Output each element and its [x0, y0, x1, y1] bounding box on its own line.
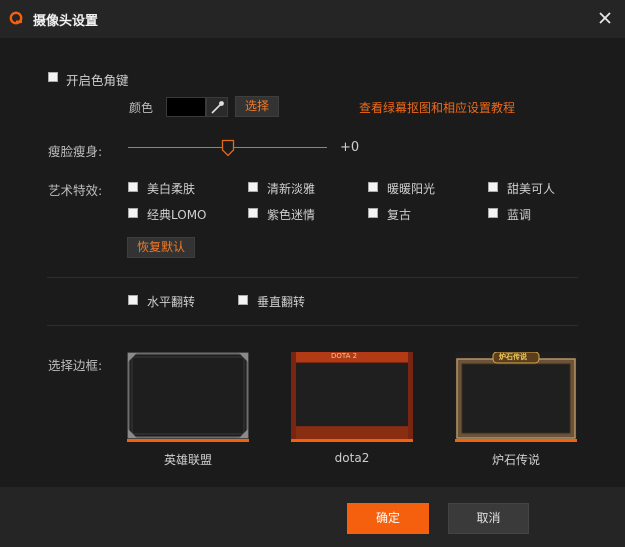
effect-checkbox-fresh[interactable] [248, 182, 258, 192]
frame-caption-lol: 英雄联盟 [163, 453, 212, 467]
effect-label-retro: 复古 [387, 208, 412, 222]
select-color-button[interactable]: 选择 [235, 96, 279, 117]
frame-option-dota2[interactable]: DOTA 2 [291, 352, 413, 442]
effect-label-lomo: 经典LOMO [147, 208, 207, 222]
slim-label: 瘦脸瘦身: [48, 144, 103, 159]
eyedropper-button[interactable] [206, 97, 228, 117]
flip-horizontal-checkbox[interactable] [128, 295, 138, 305]
effect-checkbox-whitening[interactable] [128, 182, 138, 192]
flip-horizontal-label: 水平翻转 [147, 295, 196, 309]
effect-label-sunshine: 暖暖阳光 [387, 182, 436, 196]
flip-vertical-checkbox[interactable] [238, 295, 248, 305]
effect-label-whitening: 美白柔肤 [147, 182, 196, 196]
footer-bar: 确定 取消 [0, 487, 625, 547]
frame-caption-hearthstone: 炉石传说 [491, 453, 540, 467]
close-icon[interactable] [593, 6, 617, 30]
title-bar: 摄像头设置 [0, 0, 625, 38]
flip-vertical-label: 垂直翻转 [257, 295, 306, 309]
effect-label-fresh: 清新淡雅 [267, 182, 316, 196]
cancel-button[interactable]: 取消 [448, 503, 529, 534]
reset-default-button[interactable]: 恢复默认 [127, 237, 195, 258]
effect-checkbox-sweet[interactable] [488, 182, 498, 192]
color-swatch[interactable] [166, 97, 206, 117]
frame-option-hearthstone[interactable]: 炉石传说 [455, 351, 577, 442]
hearthstone-frame-thumbnail [455, 351, 577, 442]
frame-caption-dota2: dota2 [334, 451, 370, 465]
app-logo-icon [9, 11, 23, 25]
settings-panel: 开启色角键 颜色 选择 查看绿幕抠图和相应设置教程 瘦脸瘦身: +0 艺术特效:… [0, 38, 625, 487]
eyedropper-icon [211, 101, 224, 114]
divider [47, 325, 578, 326]
color-label: 颜色 [129, 101, 154, 115]
dota2-frame-thumbnail [291, 352, 413, 442]
effect-label-blues: 蓝调 [507, 208, 532, 222]
effect-checkbox-lomo[interactable] [128, 208, 138, 218]
slim-value: +0 [340, 140, 360, 155]
chroma-key-label: 开启色角键 [66, 73, 129, 88]
effect-checkbox-blues[interactable] [488, 208, 498, 218]
window-title: 摄像头设置 [33, 14, 99, 29]
slim-slider-thumb[interactable] [221, 139, 235, 157]
effect-label-sweet: 甜美可人 [507, 182, 556, 196]
divider [47, 277, 578, 278]
tutorial-link[interactable]: 查看绿幕抠图和相应设置教程 [359, 99, 515, 116]
hearthstone-badge: 炉石传说 [499, 353, 527, 361]
effect-checkbox-purple[interactable] [248, 208, 258, 218]
chroma-key-checkbox[interactable] [48, 72, 58, 82]
frame-label: 选择边框: [48, 358, 103, 373]
effect-label-purple: 紫色迷情 [267, 208, 316, 222]
frame-option-lol[interactable] [127, 352, 249, 442]
ok-button[interactable]: 确定 [347, 503, 429, 534]
effects-label: 艺术特效: [48, 183, 103, 198]
effect-checkbox-sunshine[interactable] [368, 182, 378, 192]
effect-checkbox-retro[interactable] [368, 208, 378, 218]
lol-frame-thumbnail [127, 352, 249, 442]
dota-badge: DOTA 2 [331, 352, 358, 360]
